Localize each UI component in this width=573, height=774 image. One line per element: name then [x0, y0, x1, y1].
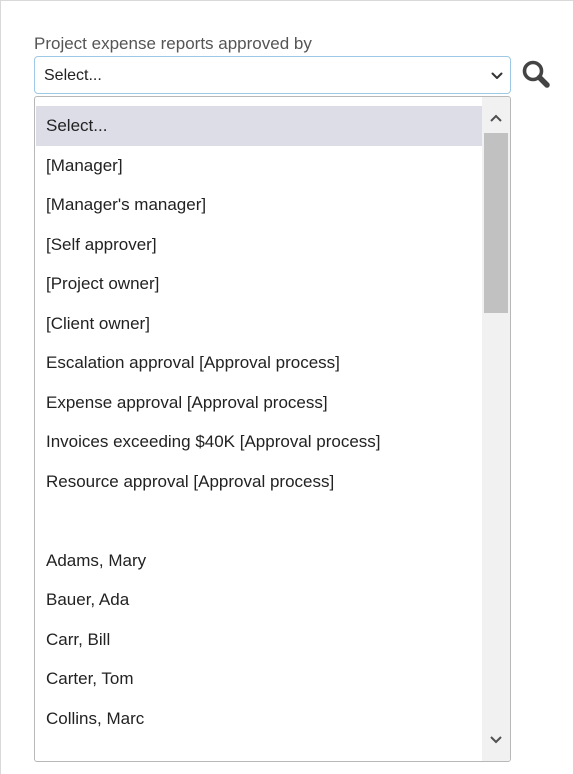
dropdown-option[interactable]: Carr, Bill: [36, 620, 482, 660]
scroll-up-icon[interactable]: [482, 105, 510, 133]
dropdown-option[interactable]: [Manager's manager]: [36, 185, 482, 225]
dropdown-option[interactable]: Select...: [36, 106, 482, 146]
dropdown-option[interactable]: Invoices exceeding $40K [Approval proces…: [36, 422, 482, 462]
dropdown-option[interactable]: Collins, Marc: [36, 699, 482, 739]
scroll-thumb[interactable]: [484, 133, 508, 313]
search-icon[interactable]: [520, 58, 554, 92]
dropdown-option[interactable]: [Self approver]: [36, 225, 482, 265]
dropdown-option[interactable]: Adams, Mary: [36, 541, 482, 581]
scrollbar[interactable]: [482, 97, 510, 761]
page-frame: Project expense reports approved by Sele…: [0, 0, 573, 774]
dropdown-option[interactable]: Expense approval [Approval process]: [36, 383, 482, 423]
scroll-down-icon[interactable]: [482, 725, 510, 753]
option-list: Select... [Manager] [Manager's manager] [Se…: [36, 106, 482, 738]
dropdown-option[interactable]: [Manager]: [36, 146, 482, 186]
dropdown-option[interactable]: Resource approval [Approval process]: [36, 462, 482, 502]
dropdown-option[interactable]: [Project owner]: [36, 264, 482, 304]
option-separator: [36, 501, 482, 541]
dropdown-list[interactable]: Select... [Manager] [Manager's manager] [Se…: [34, 96, 511, 762]
chevron-down-icon: [491, 72, 503, 79]
select-value: Select...: [44, 67, 102, 84]
field-label: Project expense reports approved by: [34, 34, 312, 53]
dropdown-option[interactable]: Escalation approval [Approval process]: [36, 343, 482, 383]
approver-select[interactable]: Select...: [34, 56, 511, 94]
dropdown-option[interactable]: Carter, Tom: [36, 659, 482, 699]
dropdown-option[interactable]: [Client owner]: [36, 304, 482, 344]
dropdown-option[interactable]: Bauer, Ada: [36, 580, 482, 620]
